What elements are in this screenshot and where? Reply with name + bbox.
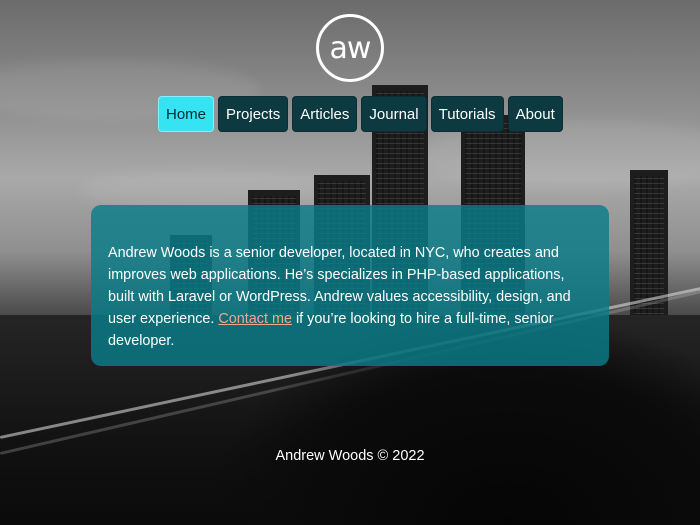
footer: Andrew Woods © 2022 — [0, 448, 700, 464]
nav-home[interactable]: Home — [158, 96, 215, 132]
logo-text: aw — [329, 30, 372, 66]
nav-about[interactable]: About — [507, 96, 563, 132]
site-logo[interactable]: aw — [316, 14, 384, 82]
intro-card: Andrew Woods is a senior developer, loca… — [91, 205, 609, 366]
nav-articles[interactable]: Articles — [292, 96, 358, 132]
footer-copyright: Andrew Woods © 2022 — [275, 448, 425, 464]
main-nav: Home Projects Articles Journal Tutorials… — [158, 96, 563, 132]
intro-paragraph: Andrew Woods is a senior developer, loca… — [108, 242, 592, 352]
contact-link[interactable]: Contact me — [218, 311, 292, 327]
nav-tutorials[interactable]: Tutorials — [430, 96, 504, 132]
nav-journal[interactable]: Journal — [361, 96, 427, 132]
nav-projects[interactable]: Projects — [218, 96, 289, 132]
